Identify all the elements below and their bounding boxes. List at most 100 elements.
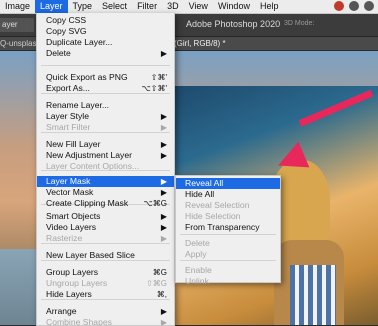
menu-help[interactable]: Help bbox=[255, 0, 284, 13]
menu-item-label: Create Clipping Mask bbox=[46, 198, 129, 208]
submenu-arrow-icon: ▶ bbox=[160, 307, 167, 316]
submenu-item-label: Unlink bbox=[185, 276, 209, 286]
document-tab-active[interactable]: (Girl, RGB/8) * bbox=[174, 39, 226, 48]
menu-item-label: Copy CSS bbox=[46, 15, 87, 25]
submenu-arrow-icon: ▶ bbox=[160, 177, 167, 186]
submenu-arrow-icon: ▶ bbox=[160, 49, 167, 58]
menu-item-layer-mask[interactable]: Layer Mask ▶ bbox=[37, 176, 174, 187]
menu-type[interactable]: Type bbox=[68, 0, 98, 13]
submenu-arrow-icon: ▶ bbox=[160, 151, 167, 160]
menu-item-export-as[interactable]: Export As... ⌥⇧⌘' bbox=[37, 83, 174, 94]
background-photo-sea bbox=[0, 249, 40, 325]
menu-item-rasterize: Rasterize ▶ bbox=[37, 233, 174, 244]
menu-select[interactable]: Select bbox=[97, 0, 132, 13]
submenu-item-label: Reveal Selection bbox=[185, 200, 250, 210]
menu-item-duplicate-layer[interactable]: Duplicate Layer... bbox=[37, 37, 174, 48]
sync-icon[interactable] bbox=[364, 1, 374, 11]
menu-item-shortcut: ⇧⌘' bbox=[150, 73, 167, 82]
creative-cloud-icon[interactable] bbox=[334, 1, 344, 11]
submenu-item-from-transparency[interactable]: From Transparency bbox=[176, 222, 280, 233]
menu-window[interactable]: Window bbox=[213, 0, 255, 13]
menu-item-label: Group Layers bbox=[46, 267, 99, 277]
menu-item-shortcut: ⇧⌘G bbox=[146, 279, 167, 288]
submenu-arrow-icon: ▶ bbox=[160, 188, 167, 197]
menu-item-label: Rename Layer... bbox=[46, 100, 110, 110]
menu-item-shortcut: ⌥⇧⌘' bbox=[141, 84, 167, 93]
menu-bar: Image Layer Type Select Filter 3D View W… bbox=[0, 0, 378, 14]
photo-person-dress bbox=[290, 265, 336, 325]
menu-item-label: Smart Filter bbox=[46, 122, 91, 132]
3d-mode-label: 3D Mode: bbox=[284, 20, 315, 27]
auto-select-dropdown[interactable]: ayer bbox=[0, 18, 34, 32]
menu-item-group-layers[interactable]: Group Layers ⌘G bbox=[37, 267, 174, 278]
menu-3d[interactable]: 3D bbox=[162, 0, 184, 13]
menu-item-label: Layer Content Options... bbox=[46, 161, 140, 171]
menu-item-arrange[interactable]: Arrange ▶ bbox=[37, 306, 174, 317]
menu-view[interactable]: View bbox=[184, 0, 213, 13]
menu-item-label: Copy SVG bbox=[46, 26, 87, 36]
submenu-separator bbox=[180, 234, 276, 235]
submenu-item-reveal-all[interactable]: Reveal All bbox=[176, 178, 280, 189]
submenu-item-label: Hide All bbox=[185, 189, 215, 199]
menu-item-layer-style[interactable]: Layer Style ▶ bbox=[37, 111, 174, 122]
submenu-item-enable: Enable bbox=[176, 265, 280, 276]
menu-item-create-clipping-mask[interactable]: Create Clipping Mask ⌥⌘G bbox=[37, 198, 174, 209]
menu-separator bbox=[41, 65, 170, 66]
menu-item-shortcut: ⌘G bbox=[152, 268, 167, 277]
history-icon[interactable] bbox=[349, 1, 359, 11]
menu-item-new-adjustment-layer[interactable]: New Adjustment Layer ▶ bbox=[37, 150, 174, 161]
submenu-arrow-icon: ▶ bbox=[160, 112, 167, 121]
submenu-item-label: Reveal All bbox=[185, 178, 224, 188]
menu-item-label: New Adjustment Layer bbox=[46, 150, 132, 160]
status-icons bbox=[334, 1, 374, 11]
menu-item-label: Video Layers bbox=[46, 222, 97, 232]
menu-image[interactable]: Image bbox=[0, 0, 35, 13]
menu-item-label: Quick Export as PNG bbox=[46, 72, 128, 82]
menu-item-label: Delete bbox=[46, 48, 71, 58]
menu-item-copy-css[interactable]: Copy CSS bbox=[37, 15, 174, 26]
menu-item-copy-svg[interactable]: Copy SVG bbox=[37, 26, 174, 37]
menu-item-delete[interactable]: Delete ▶ bbox=[37, 48, 174, 59]
menu-item-label: Layer Style bbox=[46, 111, 89, 121]
submenu-arrow-icon: ▶ bbox=[160, 212, 167, 221]
menu-item-smart-objects[interactable]: Smart Objects ▶ bbox=[37, 211, 174, 222]
menu-item-video-layers[interactable]: Video Layers ▶ bbox=[37, 222, 174, 233]
submenu-arrow-icon: ▶ bbox=[160, 140, 167, 149]
menu-item-label: Arrange bbox=[46, 306, 77, 316]
menu-item-quick-export-as-png[interactable]: Quick Export as PNG ⇧⌘' bbox=[37, 72, 174, 83]
menu-layer[interactable]: Layer bbox=[35, 0, 68, 13]
menu-item-label: Layer Mask bbox=[46, 176, 91, 186]
document-tab[interactable]: Q-unsplas bbox=[0, 39, 36, 48]
submenu-item-apply: Apply bbox=[176, 249, 280, 260]
submenu-item-label: Delete bbox=[185, 238, 210, 248]
menu-item-hide-layers[interactable]: Hide Layers ⌘, bbox=[37, 289, 174, 300]
menu-item-shortcut: ⌘, bbox=[156, 290, 167, 299]
submenu-item-hide-all[interactable]: Hide All bbox=[176, 189, 280, 200]
submenu-arrow-icon: ▶ bbox=[160, 234, 167, 243]
menu-item-new-layer-based-slice[interactable]: New Layer Based Slice bbox=[37, 250, 174, 261]
submenu-item-unlink: Unlink bbox=[176, 276, 280, 287]
submenu-item-label: Enable bbox=[185, 265, 212, 275]
submenu-item-reveal-selection: Reveal Selection bbox=[176, 200, 280, 211]
app-title: Adobe Photoshop 2020 bbox=[186, 19, 281, 29]
menu-item-label: Hide Layers bbox=[46, 289, 92, 299]
menu-item-vector-mask[interactable]: Vector Mask ▶ bbox=[37, 187, 174, 198]
submenu-separator bbox=[180, 260, 276, 261]
submenu-item-label: Apply bbox=[185, 249, 207, 259]
submenu-item-delete: Delete bbox=[176, 238, 280, 249]
menu-item-layer-content-options: Layer Content Options... bbox=[37, 161, 174, 172]
menu-item-new-fill-layer[interactable]: New Fill Layer ▶ bbox=[37, 139, 174, 150]
submenu-arrow-icon: ▶ bbox=[160, 123, 167, 132]
menu-item-rename-layer[interactable]: Rename Layer... bbox=[37, 100, 174, 111]
layer-menu: New▶Copy CSSCopy SVGDuplicate Layer...De… bbox=[36, 13, 175, 326]
menu-item-label: Vector Mask bbox=[46, 187, 94, 197]
menu-item-shortcut: ⌥⌘G bbox=[143, 199, 167, 208]
menu-filter[interactable]: Filter bbox=[132, 0, 162, 13]
submenu-item-label: From Transparency bbox=[185, 222, 260, 232]
menu-item-ungroup-layers: Ungroup Layers ⇧⌘G bbox=[37, 278, 174, 289]
menu-item-label: Smart Objects bbox=[46, 211, 101, 221]
menu-item-label: New Layer Based Slice bbox=[46, 250, 135, 260]
submenu-item-label: Hide Selection bbox=[185, 211, 241, 221]
menu-item-label: Export As... bbox=[46, 83, 90, 93]
menu-item-label: Ungroup Layers bbox=[46, 278, 108, 288]
